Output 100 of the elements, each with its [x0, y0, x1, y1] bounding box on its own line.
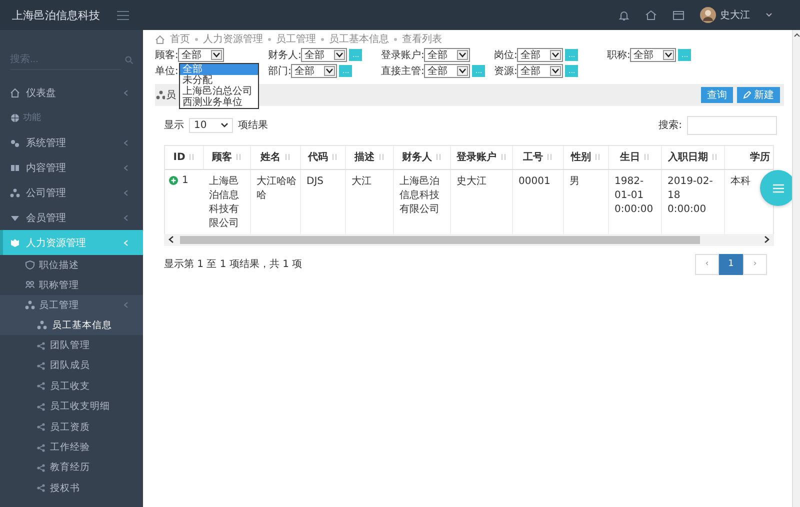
page-size-select[interactable]: 10 [189, 118, 233, 132]
scroll-thumb[interactable] [180, 236, 700, 244]
chevron-down-icon [550, 66, 562, 76]
select-field[interactable]: 全部 [178, 48, 224, 62]
new-button[interactable]: 新建 [737, 87, 780, 103]
filter-label: 部门: [268, 64, 292, 78]
next-page-button[interactable]: › [743, 254, 767, 274]
chevron-left-icon [123, 90, 129, 96]
dropdown-option[interactable]: 上海邑泊总公司 [180, 86, 258, 97]
filter-label: 职称: [607, 49, 630, 62]
column-header[interactable]: 入职日期 [661, 146, 724, 169]
column-header[interactable]: 登录账户 [450, 146, 512, 169]
separator-dot [195, 38, 198, 40]
submenu-item[interactable]: 员工管理 [0, 295, 143, 315]
select-field[interactable]: 全部 [517, 48, 564, 62]
column-header[interactable]: 描述 [345, 146, 393, 169]
home-icon [10, 88, 20, 98]
chevron-left-icon [123, 140, 129, 146]
submenu-item[interactable]: 团队管理 [0, 335, 143, 356]
share-icon [37, 402, 45, 411]
column-header[interactable]: 性别 [563, 146, 608, 169]
brand-title: 上海邑泊信息科技 [12, 8, 100, 22]
page-button[interactable]: 1 [719, 254, 743, 274]
menu-item[interactable]: 会员管理 [0, 205, 143, 230]
chevron-left-icon [123, 214, 129, 220]
sort-icon [712, 153, 717, 162]
submenu-item[interactable]: 团队成员 [0, 356, 143, 376]
dropdown-list[interactable]: 全部 未分配 上海邑泊总公司 西测业务单位 [179, 63, 260, 109]
filter-label: 岗位: [494, 48, 518, 62]
submenu-item[interactable]: 授权书 [0, 478, 143, 499]
avatar-icon [700, 7, 716, 23]
share-icon [37, 382, 45, 390]
share-icon [37, 342, 45, 350]
dropdown-option[interactable]: 西测业务单位 [180, 97, 258, 108]
menu-item[interactable]: 公司管理 [0, 180, 143, 205]
sort-icon [236, 153, 241, 162]
query-button[interactable]: 查询 [701, 87, 733, 103]
submenu-item[interactable]: 教育经历 [0, 458, 143, 478]
separator-dot [394, 38, 397, 40]
user-name[interactable]: 史大江 [720, 8, 750, 22]
column-header[interactable]: 代码 [300, 146, 345, 169]
submenu-item[interactable]: 职位描述 [0, 255, 143, 275]
home-icon [155, 34, 165, 44]
submenu-item[interactable]: 工作经验 [0, 437, 143, 458]
submenu-item[interactable]: 员工收支明细 [0, 396, 143, 417]
column-header[interactable]: 财务人 [393, 146, 450, 169]
menu-button[interactable] [760, 170, 792, 206]
sitemap-icon [10, 188, 20, 198]
column-header[interactable]: 姓名 [250, 146, 300, 169]
sort-icon [595, 153, 600, 162]
bell-icon [619, 10, 629, 20]
column-header[interactable]: ID [165, 146, 203, 169]
breadcrumb-link[interactable]: 员工基本信息 [329, 32, 389, 46]
dropdown-option[interactable]: 未分配 [180, 75, 258, 86]
breadcrumb-link[interactable]: 查看列表 [402, 32, 442, 46]
select-field[interactable]: 全部 [517, 64, 564, 78]
sort-icon [332, 153, 337, 162]
chevron-down-icon [334, 50, 346, 60]
sort-icon [284, 153, 290, 162]
previous-page-button[interactable]: ‹ [695, 254, 719, 274]
sort-icon [378, 153, 384, 162]
sitemap-icon [156, 90, 165, 100]
select-field[interactable]: 全部 [291, 64, 338, 78]
home-icon [645, 10, 657, 20]
column-header[interactable]: 工号 [512, 146, 563, 169]
vertical-scrollbar[interactable] [792, 30, 800, 507]
pencil-icon [743, 91, 751, 99]
section-label: 功能 [23, 112, 41, 124]
column-header[interactable]: 顾客 [203, 146, 250, 169]
select-field[interactable]: 全部 [301, 48, 348, 62]
submenu-item[interactable]: 员工资质 [0, 416, 143, 438]
menu-item[interactable]: 仪表盘 [0, 80, 143, 105]
dropdown-option[interactable]: 全部 [180, 64, 258, 75]
horizontal-scrollbar[interactable] [164, 234, 774, 246]
submenu-item[interactable]: 员工基本信息 [0, 315, 143, 336]
select-field[interactable]: 全部 [424, 64, 470, 78]
chevron-down-icon [550, 50, 562, 60]
panel-title: 员 [166, 89, 176, 102]
column-header[interactable]: 生日 [608, 146, 661, 169]
menu-item[interactable]: 系统管理 [0, 130, 143, 155]
breadcrumb-link[interactable]: 员工管理 [276, 32, 316, 46]
submenu-item[interactable]: 员工收支 [0, 376, 143, 397]
sort-icon [547, 153, 552, 162]
sort-icon [189, 153, 194, 162]
chevron-right-icon [764, 236, 770, 243]
sort-icon [436, 153, 441, 162]
breadcrumb-link[interactable]: 首页 [170, 32, 190, 46]
chevron-left-icon [123, 240, 129, 246]
select-field[interactable]: 全部 [424, 48, 470, 62]
filter-label: 财务人: [268, 48, 302, 62]
separator-dot [321, 38, 324, 40]
breadcrumb-link[interactable]: 人力资源管理 [203, 32, 263, 46]
share-icon [37, 484, 45, 492]
table-cell: 1 [182, 174, 188, 188]
chevron-up-icon [794, 33, 800, 37]
chevron-down-icon [457, 50, 468, 60]
menu-item[interactable]: 内容管理 [0, 155, 143, 180]
select-field[interactable]: 全部 [630, 48, 676, 62]
submenu-item[interactable]: 职称管理 [0, 275, 143, 295]
share-icon [37, 423, 45, 432]
